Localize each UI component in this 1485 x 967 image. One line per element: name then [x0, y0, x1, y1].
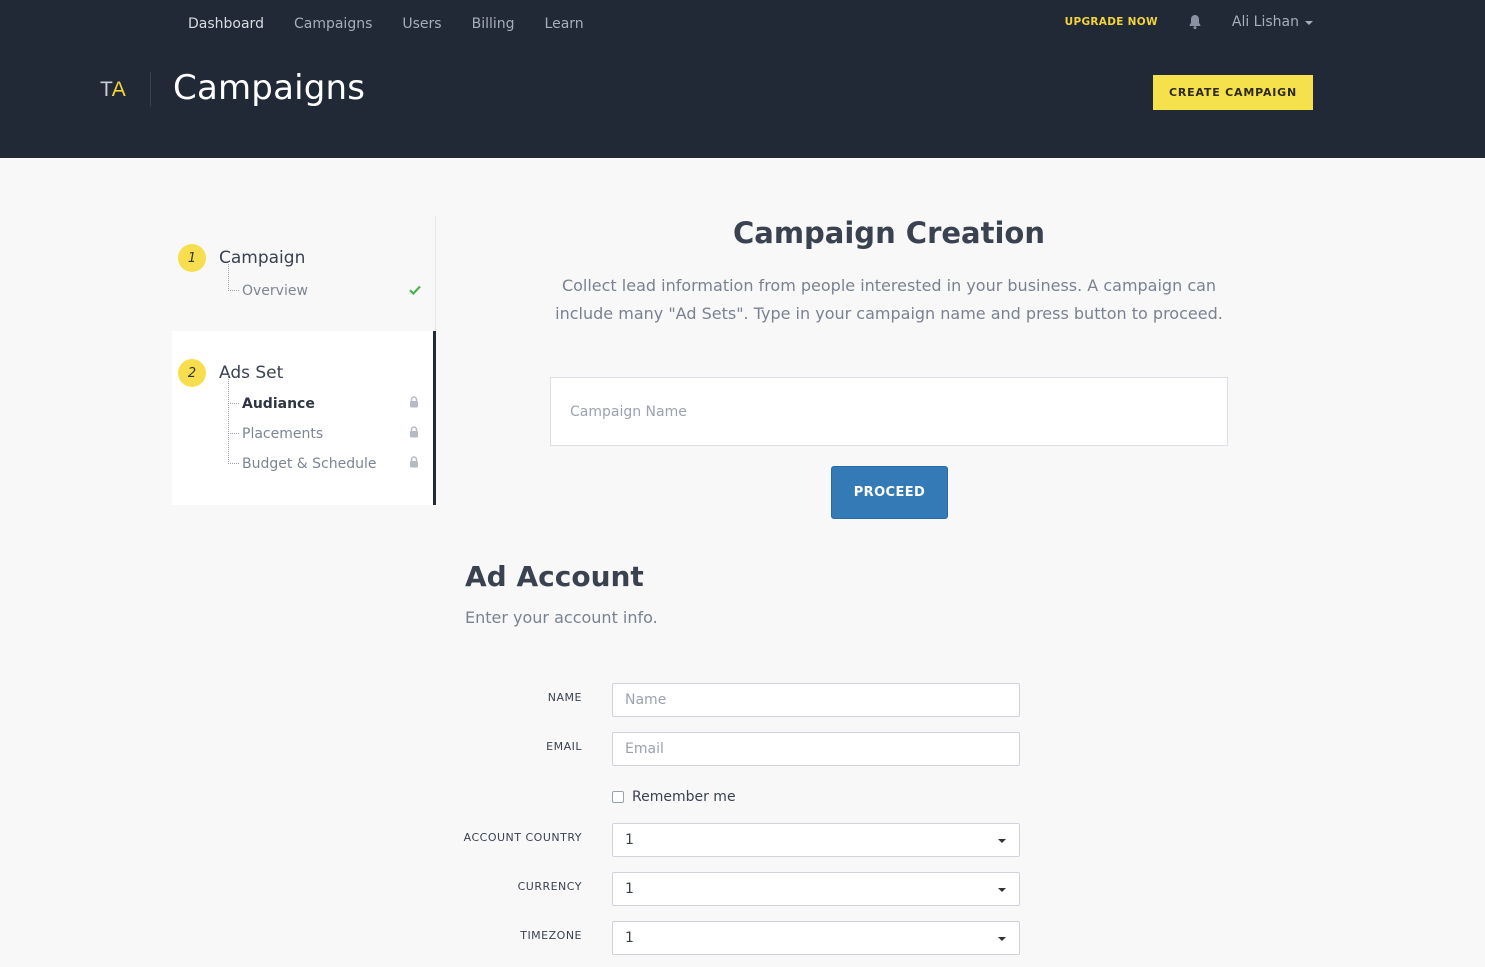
sidebar-item-overview[interactable]: Overview [228, 262, 435, 306]
step-header[interactable]: 1 Campaign [178, 244, 435, 272]
lock-icon [409, 396, 419, 412]
logo[interactable]: TA [100, 78, 126, 102]
lock-icon [409, 456, 419, 472]
ad-account-title: Ad Account [465, 560, 644, 593]
chevron-down-icon [1305, 21, 1313, 25]
user-name: Ali Lishan [1231, 14, 1299, 30]
bell-icon[interactable] [1188, 14, 1202, 30]
sidebar-item-budget-schedule[interactable]: Budget & Schedule [228, 435, 433, 479]
dropdown-arrow-icon [998, 937, 1006, 941]
nav-campaigns[interactable]: Campaigns [294, 15, 372, 33]
timezone-select[interactable]: 1 [612, 921, 1020, 955]
ad-account-subtitle: Enter your account info. [465, 608, 658, 627]
step-header[interactable]: 2 Ads Set [178, 359, 433, 387]
check-icon [409, 283, 421, 299]
nav-right: UPGRADE NOW Ali Lishan [1065, 14, 1313, 30]
email-field[interactable] [612, 732, 1020, 766]
user-menu[interactable]: Ali Lishan [1232, 14, 1313, 30]
page-title: Campaigns [173, 68, 366, 108]
create-campaign-button[interactable]: CREATE CAMPAIGN [1153, 75, 1313, 110]
account-country-label: ACCOUNT COUNTRY [463, 831, 582, 844]
lock-icon [409, 426, 419, 442]
dropdown-arrow-icon [998, 839, 1006, 843]
nav-learn[interactable]: Learn [545, 15, 584, 33]
currency-select[interactable]: 1 [612, 872, 1020, 906]
steps-sidebar: 1 Campaign Overview 2 Ads Set Audiance P… [172, 216, 436, 505]
remember-me-checkbox[interactable] [612, 791, 624, 803]
remember-me-label: Remember me [632, 789, 736, 805]
dropdown-arrow-icon [998, 888, 1006, 892]
name-field[interactable] [612, 683, 1020, 717]
remember-me[interactable]: Remember me [612, 789, 736, 805]
sidebar-item-audiance[interactable]: Audiance [228, 375, 433, 419]
nav-billing[interactable]: Billing [472, 15, 515, 33]
header-divider [150, 72, 151, 106]
campaign-creation-description: Collect lead information from people int… [555, 276, 1223, 323]
top-header: Dashboard Campaigns Users Billing Learn … [0, 0, 1485, 158]
campaign-name-input[interactable] [550, 377, 1228, 446]
nav-dashboard[interactable]: Dashboard [188, 15, 264, 33]
step-campaign: 1 Campaign Overview [172, 216, 436, 331]
step-number: 1 [178, 244, 206, 272]
upgrade-now-link[interactable]: UPGRADE NOW [1065, 16, 1158, 28]
proceed-button[interactable]: PROCEED [831, 466, 948, 519]
sidebar-item-placements[interactable]: Placements [228, 405, 433, 449]
main-nav: Dashboard Campaigns Users Billing Learn [188, 15, 584, 33]
nav-users[interactable]: Users [402, 15, 441, 33]
campaign-creation-title: Campaign Creation [732, 216, 1046, 250]
timezone-label: TIMEZONE [520, 929, 582, 942]
currency-label: CURRENCY [517, 880, 582, 893]
account-country-select[interactable]: 1 [612, 823, 1020, 857]
name-label: NAME [547, 691, 582, 704]
email-label: EMAIL [546, 740, 582, 753]
step-number: 2 [178, 359, 206, 387]
step-ads-set: 2 Ads Set Audiance Placements Budget & S… [172, 331, 436, 505]
